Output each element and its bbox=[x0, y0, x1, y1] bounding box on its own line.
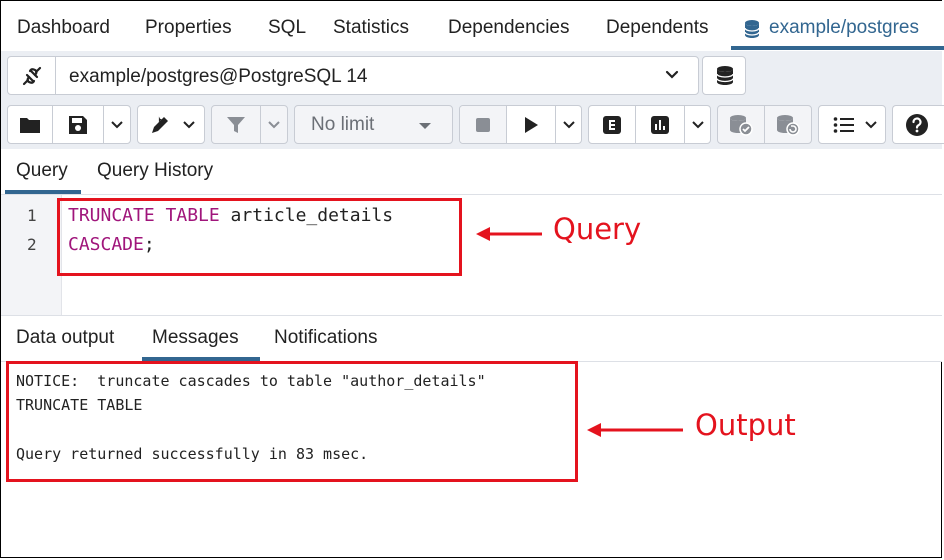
tab-query-tool[interactable]: example/postgres bbox=[769, 17, 919, 39]
help-button[interactable] bbox=[892, 105, 944, 144]
edit-button[interactable] bbox=[144, 106, 176, 143]
tab-dependencies[interactable]: Dependencies bbox=[448, 17, 569, 39]
explain-button[interactable] bbox=[589, 106, 635, 143]
commit-button[interactable] bbox=[718, 106, 764, 143]
help-icon bbox=[906, 113, 928, 136]
query-highlight-box bbox=[57, 198, 462, 276]
save-file-button[interactable] bbox=[53, 106, 103, 143]
open-file-button[interactable] bbox=[8, 106, 52, 143]
filter-button[interactable] bbox=[212, 106, 260, 143]
pencil-icon bbox=[152, 116, 168, 133]
stop-icon bbox=[476, 117, 490, 132]
explain-analyze-button[interactable] bbox=[636, 106, 684, 143]
chevron-down-icon bbox=[183, 120, 195, 128]
explain-options-dropdown[interactable] bbox=[685, 106, 711, 143]
filter-button-group bbox=[211, 105, 288, 144]
execute-query-button[interactable] bbox=[507, 106, 555, 143]
save-options-dropdown[interactable] bbox=[104, 106, 130, 143]
database-icon bbox=[744, 19, 760, 44]
output-highlight-box bbox=[6, 361, 578, 482]
explain-analyze-icon bbox=[651, 115, 669, 134]
filter-options-dropdown[interactable] bbox=[261, 106, 287, 143]
rollback-icon bbox=[777, 114, 800, 136]
query-tab-indicator bbox=[5, 190, 81, 194]
transaction-button-group bbox=[717, 105, 812, 144]
output-annotation-label: Output bbox=[695, 408, 796, 442]
query-annotation-label: Query bbox=[553, 212, 642, 246]
tab-query[interactable]: Query bbox=[16, 160, 68, 182]
chevron-down-icon bbox=[563, 120, 575, 128]
save-icon bbox=[69, 115, 87, 134]
tab-properties[interactable]: Properties bbox=[145, 17, 232, 39]
edit-options-dropdown[interactable] bbox=[176, 106, 202, 143]
chevron-down-icon bbox=[111, 120, 123, 128]
chevron-down-icon bbox=[692, 120, 704, 128]
chevron-down-icon bbox=[865, 120, 877, 128]
output-tabs: Data output Messages Notifications bbox=[1, 315, 942, 362]
file-button-group bbox=[7, 105, 131, 144]
object-tabs: Dashboard Properties SQL Statistics Depe… bbox=[1, 1, 944, 52]
tab-sql[interactable]: SQL bbox=[268, 17, 306, 39]
explain-icon bbox=[603, 115, 621, 134]
commit-icon bbox=[730, 114, 753, 136]
caret-down-icon bbox=[419, 123, 431, 129]
execute-options-dropdown[interactable] bbox=[556, 106, 582, 143]
tab-query-history[interactable]: Query History bbox=[97, 160, 213, 182]
tab-dependents[interactable]: Dependents bbox=[606, 17, 708, 39]
line-number-gutter: 1 2 bbox=[1, 195, 62, 315]
macros-list[interactable] bbox=[827, 106, 861, 143]
macros-icon bbox=[833, 116, 854, 133]
execute-button-group bbox=[459, 105, 582, 144]
explain-button-group bbox=[588, 105, 711, 144]
macros-button[interactable] bbox=[818, 105, 886, 144]
cancel-query-button[interactable] bbox=[460, 106, 506, 143]
tab-messages[interactable]: Messages bbox=[152, 327, 239, 349]
connection-plug-icon bbox=[22, 66, 42, 86]
folder-icon bbox=[20, 117, 40, 133]
connection-label: example/postgres@PostgreSQL 14 bbox=[69, 66, 368, 87]
filter-icon bbox=[227, 116, 245, 133]
tab-dashboard[interactable]: Dashboard bbox=[17, 17, 110, 39]
new-connection-button[interactable] bbox=[702, 56, 746, 95]
line-number: 1 bbox=[27, 206, 37, 225]
row-limit-select[interactable]: No limit bbox=[294, 105, 453, 144]
row-limit-value: No limit bbox=[311, 114, 375, 135]
play-icon bbox=[525, 116, 538, 133]
database-icon bbox=[716, 66, 734, 85]
arrow-left-icon bbox=[476, 227, 542, 241]
tab-data-output[interactable]: Data output bbox=[16, 327, 114, 349]
chevron-down-icon bbox=[268, 120, 280, 128]
query-tabs: Query Query History bbox=[1, 149, 942, 195]
macros-dropdown[interactable] bbox=[859, 106, 883, 143]
arrow-left-icon bbox=[587, 423, 683, 437]
edit-button-group[interactable] bbox=[137, 105, 205, 144]
chevron-down-icon bbox=[665, 70, 679, 79]
connection-select[interactable]: example/postgres@PostgreSQL 14 bbox=[7, 56, 699, 95]
line-number: 2 bbox=[27, 235, 37, 254]
tab-statistics[interactable]: Statistics bbox=[333, 17, 409, 39]
rollback-button[interactable] bbox=[765, 106, 811, 143]
active-tab-indicator bbox=[731, 46, 944, 50]
tab-notifications[interactable]: Notifications bbox=[274, 327, 378, 349]
connection-status-button[interactable] bbox=[8, 57, 56, 94]
